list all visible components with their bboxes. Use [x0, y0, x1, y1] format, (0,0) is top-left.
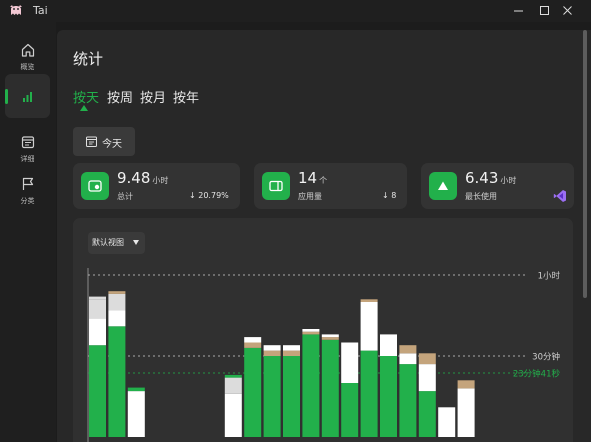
bar-segment[interactable] — [438, 407, 456, 437]
reference-label: 1小时 — [538, 271, 561, 282]
bar-segment[interactable] — [380, 334, 397, 356]
bar-segment[interactable] — [321, 339, 339, 437]
bar-segment[interactable] — [224, 374, 242, 378]
bar-segment[interactable] — [263, 345, 281, 351]
bar-segment[interactable] — [283, 356, 300, 437]
bar-segment[interactable] — [244, 347, 262, 437]
bar-segment[interactable] — [360, 350, 378, 437]
bar-segment[interactable] — [302, 334, 320, 437]
bar-segment[interactable] — [418, 353, 436, 365]
bar-segment[interactable] — [399, 345, 417, 354]
bar-segment[interactable] — [302, 329, 320, 332]
bar-segment[interactable] — [108, 326, 126, 437]
bar-segment[interactable] — [89, 296, 106, 300]
bar-segment[interactable] — [380, 356, 397, 437]
bar-segment[interactable] — [127, 391, 145, 437]
bar-segment[interactable] — [321, 337, 339, 340]
bar-segment[interactable] — [108, 310, 126, 327]
usage-bar-chart: 1小时 30分钟 23分钟41秒 — [87, 268, 561, 442]
reference-label: 23分钟41秒 — [513, 369, 561, 380]
bar-segment[interactable] — [224, 377, 242, 394]
bar-segment[interactable] — [321, 334, 339, 338]
bar-segment[interactable] — [263, 350, 281, 356]
bar-segment[interactable] — [224, 393, 242, 437]
bar-segment[interactable] — [457, 380, 475, 389]
bar-segment[interactable] — [283, 350, 300, 356]
bar-segment[interactable] — [127, 387, 145, 392]
bar-segment[interactable] — [418, 364, 436, 392]
bar-segment[interactable] — [341, 383, 359, 437]
bar-segment[interactable] — [89, 345, 106, 437]
bar-segment[interactable] — [89, 299, 106, 319]
bar-segment[interactable] — [418, 391, 436, 437]
bar-segment[interactable] — [244, 342, 262, 348]
bar-segment[interactable] — [263, 356, 281, 437]
bar-segment[interactable] — [360, 302, 378, 351]
bar-segment[interactable] — [399, 364, 417, 437]
bar-segment[interactable] — [360, 299, 378, 302]
bar-segment[interactable] — [302, 331, 320, 335]
bar-segment[interactable] — [244, 337, 262, 343]
reference-label: 30分钟 — [532, 352, 560, 363]
bar-segment[interactable] — [399, 353, 417, 365]
bar-segment[interactable] — [89, 318, 106, 346]
bar-segment[interactable] — [283, 345, 300, 351]
bar-segment[interactable] — [108, 293, 126, 311]
bar-segment[interactable] — [108, 291, 126, 294]
bar-segment[interactable] — [457, 388, 475, 437]
bar-segment[interactable] — [341, 342, 359, 384]
